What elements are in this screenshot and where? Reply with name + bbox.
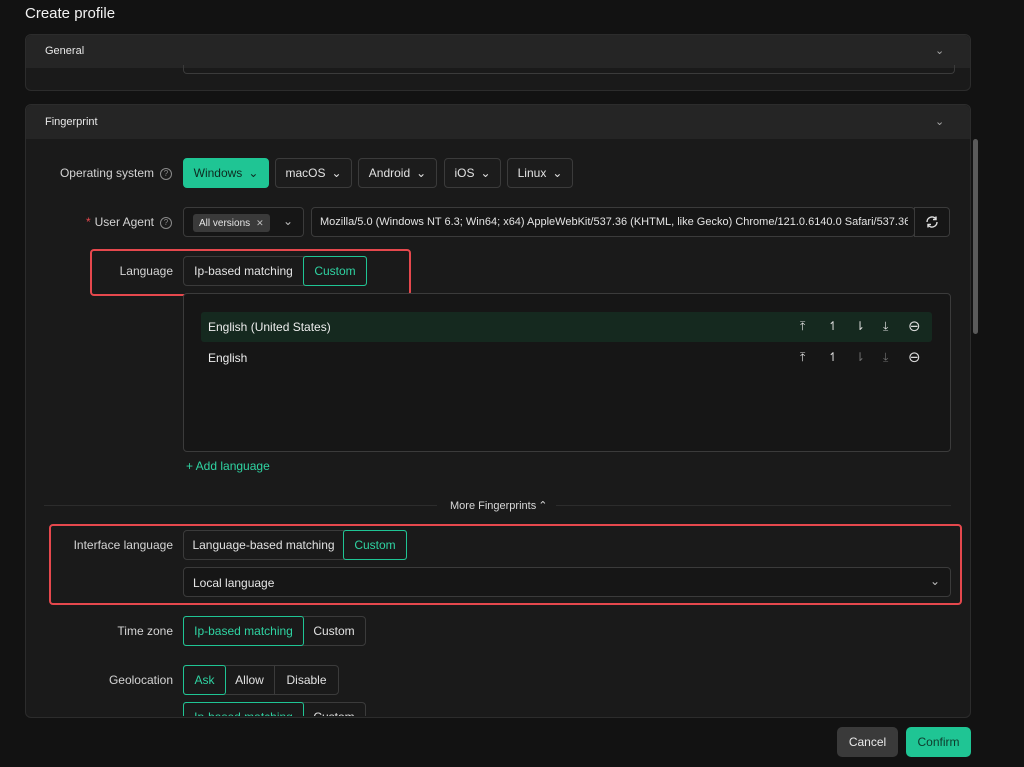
- move-down-icon[interactable]: ⇂: [855, 350, 865, 364]
- chevron-up-icon: ⌃: [538, 500, 548, 512]
- divider: [556, 505, 951, 506]
- move-top-icon[interactable]: ⤒: [800, 350, 805, 365]
- move-up-icon[interactable]: ↿: [828, 319, 838, 333]
- fingerprint-panel-header[interactable]: Fingerprint ⌄: [26, 105, 970, 139]
- time-zone-ip-option[interactable]: Ip-based matching: [183, 616, 304, 646]
- geolocation-disable-option[interactable]: Disable: [275, 666, 338, 694]
- time-zone-custom-option[interactable]: Custom: [303, 617, 365, 645]
- language-row[interactable]: English ⤒ ↿ ⇂ ⤓ ⊖: [201, 343, 932, 373]
- os-ios-button[interactable]: iOS ⌄: [444, 158, 501, 188]
- os-windows-button[interactable]: Windows ⌄: [183, 158, 269, 188]
- question-icon[interactable]: ?: [160, 217, 172, 229]
- next-row-clip: Ip-based matching Custom: [183, 702, 367, 716]
- version-tag: All versions ✕: [193, 214, 270, 232]
- fingerprint-label: Fingerprint: [45, 116, 98, 128]
- os-label: Operating system?: [40, 166, 172, 180]
- chevron-down-icon: ⌄: [248, 166, 259, 180]
- next-row-custom-option[interactable]: Custom: [303, 703, 365, 716]
- geolocation-label: Geolocation: [108, 673, 173, 687]
- highlight-language: [90, 249, 411, 296]
- page-title: Create profile: [25, 5, 116, 22]
- time-zone-toggle: Ip-based matching Custom: [183, 616, 366, 646]
- confirm-button[interactable]: Confirm: [906, 727, 971, 757]
- language-row[interactable]: English (United States) ⤒ ↿ ⇂ ⤓ ⊖: [201, 312, 932, 342]
- divider: [44, 505, 437, 506]
- user-agent-value: Mozilla/5.0 (Windows NT 6.3; Win64; x64)…: [320, 216, 908, 228]
- os-macos-button[interactable]: macOS ⌄: [275, 158, 352, 188]
- close-icon[interactable]: ✕: [256, 218, 264, 229]
- general-collapsed-field: [183, 65, 955, 74]
- scrollbar[interactable]: [973, 139, 978, 334]
- chevron-down-icon: ⌄: [416, 166, 427, 180]
- add-language-button[interactable]: + Add language: [186, 459, 270, 473]
- chevron-down-icon: ⌄: [283, 214, 294, 228]
- question-icon[interactable]: ?: [160, 168, 172, 180]
- os-android-button[interactable]: Android ⌄: [358, 158, 437, 188]
- version-select[interactable]: All versions ✕ ⌄: [183, 207, 304, 237]
- geolocation-allow-option[interactable]: Allow: [225, 666, 275, 694]
- time-zone-label: Time zone: [117, 624, 173, 638]
- remove-icon[interactable]: ⊖: [908, 317, 921, 335]
- next-row-ip-option[interactable]: Ip-based matching: [183, 702, 304, 716]
- next-row-toggle: Ip-based matching Custom: [183, 702, 366, 716]
- refresh-button[interactable]: [914, 207, 950, 237]
- move-down-icon[interactable]: ⇂: [855, 319, 865, 333]
- geolocation-toggle: Ask Allow Disable: [183, 665, 339, 695]
- move-bottom-icon[interactable]: ⤓: [883, 350, 888, 365]
- general-panel-header[interactable]: General ⌄: [26, 35, 970, 68]
- general-panel: General ⌄: [25, 34, 971, 91]
- chevron-down-icon[interactable]: ⌄: [935, 115, 944, 128]
- remove-icon[interactable]: ⊖: [908, 348, 921, 366]
- move-bottom-icon[interactable]: ⤓: [883, 319, 888, 334]
- highlight-interface-language: [49, 524, 962, 605]
- chevron-down-icon: ⌄: [331, 166, 342, 180]
- more-fingerprints-toggle[interactable]: More Fingerprints ⌃: [450, 499, 547, 512]
- chevron-down-icon[interactable]: ⌄: [935, 44, 944, 57]
- chevron-down-icon: ⌄: [480, 166, 491, 180]
- general-label: General: [45, 45, 85, 57]
- refresh-icon: [926, 216, 938, 228]
- chevron-down-icon: ⌄: [552, 166, 563, 180]
- move-up-icon[interactable]: ↿: [828, 350, 838, 364]
- user-agent-field[interactable]: Mozilla/5.0 (Windows NT 6.3; Win64; x64)…: [311, 207, 915, 237]
- move-top-icon[interactable]: ⤒: [800, 319, 805, 334]
- cancel-button[interactable]: Cancel: [837, 727, 898, 757]
- user-agent-label: * User Agent?: [40, 215, 172, 229]
- geolocation-ask-option[interactable]: Ask: [183, 665, 226, 695]
- os-linux-button[interactable]: Linux ⌄: [507, 158, 573, 188]
